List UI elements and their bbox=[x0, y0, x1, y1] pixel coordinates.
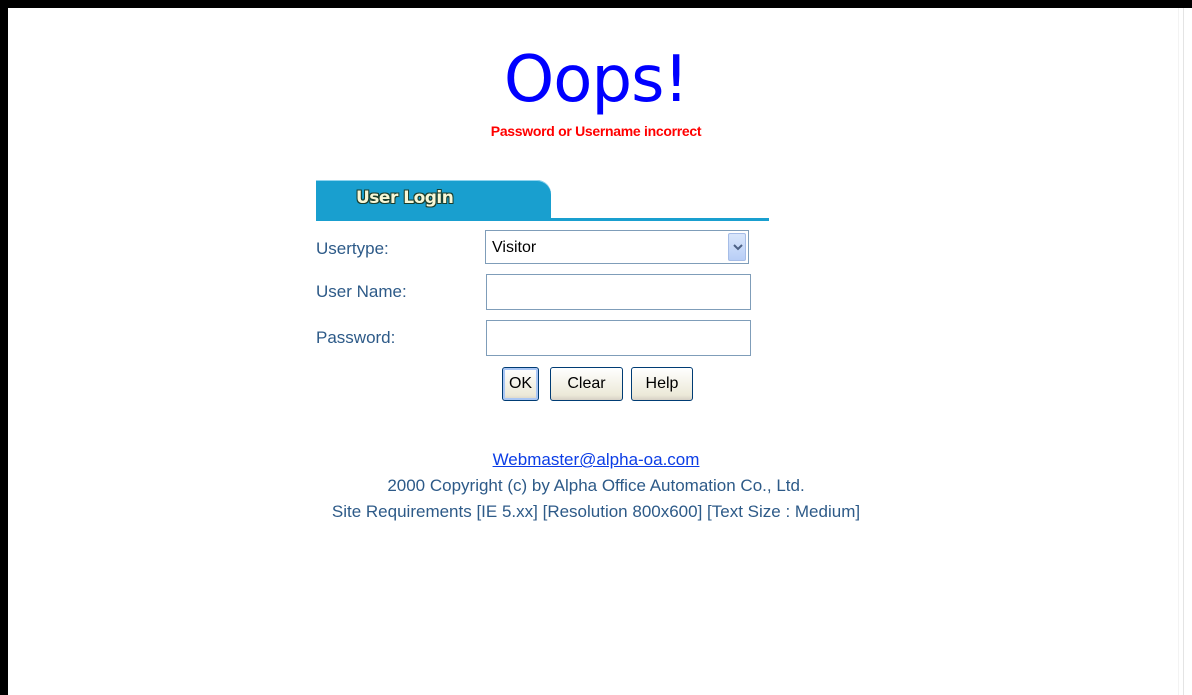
oops-heading: Oops! bbox=[503, 43, 689, 117]
window-frame-top bbox=[0, 0, 1192, 8]
login-tab-rule bbox=[316, 218, 769, 221]
usertype-label: Usertype: bbox=[316, 239, 389, 258]
footer-copyright: 2000 Copyright (c) by Alpha Office Autom… bbox=[387, 476, 805, 495]
chevron-down-icon bbox=[733, 244, 743, 251]
username-label: User Name: bbox=[316, 282, 407, 301]
error-message: Password or Username incorrect bbox=[490, 123, 702, 139]
footer-email-line: Webmaster@alpha-oa.com bbox=[0, 450, 1192, 470]
ok-button[interactable]: OK bbox=[502, 367, 539, 401]
usertype-selected-value: Visitor bbox=[492, 239, 537, 256]
password-input[interactable] bbox=[486, 320, 751, 356]
password-label: Password: bbox=[316, 328, 396, 347]
clear-button[interactable]: Clear bbox=[550, 367, 623, 401]
webmaster-email-link[interactable]: Webmaster@alpha-oa.com bbox=[493, 450, 700, 469]
footer-site-requirements: Site Requirements [IE 5.xx] [Resolution … bbox=[331, 502, 861, 521]
usertype-select[interactable]: Visitor bbox=[485, 230, 749, 264]
dropdown-arrow-button[interactable] bbox=[728, 233, 746, 261]
help-button[interactable]: Help bbox=[631, 367, 693, 401]
login-tab-title: User Login bbox=[356, 188, 454, 208]
username-input[interactable] bbox=[486, 274, 751, 310]
